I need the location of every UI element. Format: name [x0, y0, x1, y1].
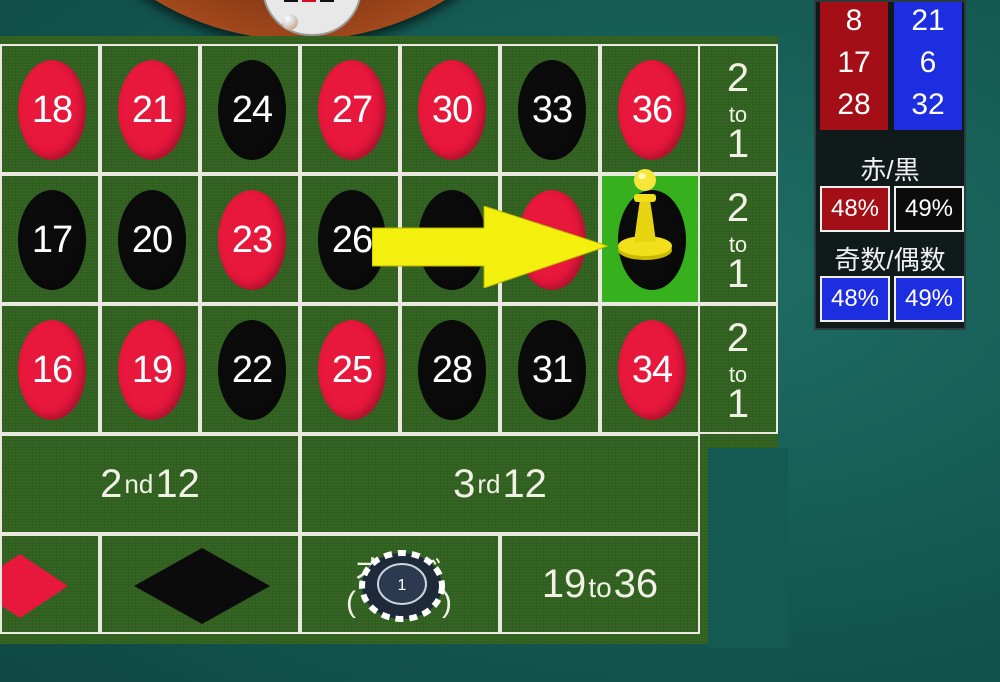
wheel-pocket: 35: [302, 0, 316, 2]
number-cell[interactable]: 25: [300, 304, 400, 434]
number-oval: 31: [518, 320, 586, 420]
number-cell[interactable]: 28: [400, 304, 500, 434]
number-oval: 16: [18, 320, 86, 420]
right-arrow-icon: [372, 206, 608, 288]
odd-paren-open: (: [346, 586, 356, 619]
column-bet-digit: 2: [726, 316, 750, 360]
column-bet-digit: 1: [726, 122, 750, 166]
number-cell[interactable]: 34: [600, 304, 700, 434]
number-oval: 25: [318, 320, 386, 420]
number-cell[interactable]: 31: [500, 304, 600, 434]
red-bet[interactable]: [0, 534, 100, 634]
number-oval: 19: [118, 320, 186, 420]
column-bet-digit: 1: [726, 252, 750, 296]
number-oval: 34: [618, 320, 686, 420]
number-oval: 33: [518, 60, 586, 160]
number-oval: 17: [18, 190, 86, 290]
dozen-twelve: 12: [502, 461, 547, 506]
black-diamond-icon: [134, 548, 270, 624]
second-dozen-bet[interactable]: 2nd 12: [0, 434, 300, 534]
wheel-pocket: [284, 0, 298, 2]
history-number: 28: [837, 88, 871, 121]
column-bet-digit: 2: [726, 56, 750, 100]
history-red-column: 8 17 28: [820, 2, 888, 130]
dozen-suffix: nd: [124, 468, 154, 499]
number-oval: 28: [418, 320, 486, 420]
number-cell[interactable]: 36: [600, 44, 700, 174]
number-oval: 27: [318, 60, 386, 160]
chip-icon[interactable]: 1: [356, 546, 448, 622]
history-number: 32: [911, 88, 945, 121]
column-bet-middle[interactable]: 2 to 1: [698, 174, 778, 304]
roulette-ball: [282, 14, 298, 30]
number-oval: 23: [218, 190, 286, 290]
red-percentage: 48%: [820, 186, 890, 232]
black-bet[interactable]: [100, 534, 300, 634]
number-cell[interactable]: 17: [0, 174, 100, 304]
wheel-pocket: [320, 0, 334, 2]
number-cell[interactable]: 33: [500, 44, 600, 174]
number-oval: 36: [618, 60, 686, 160]
number-cell[interactable]: 18: [0, 44, 100, 174]
number-cell[interactable]: 24: [200, 44, 300, 174]
column-bet-digit: 1: [726, 382, 750, 426]
dozen-twelve: 12: [155, 461, 200, 506]
history-number: 8: [845, 4, 863, 37]
number-cell[interactable]: 21: [100, 44, 200, 174]
number-cell[interactable]: 30: [400, 44, 500, 174]
number-cell[interactable]: 27: [300, 44, 400, 174]
column-bet-bottom[interactable]: 2 to 1: [698, 304, 778, 434]
history-number: 21: [911, 4, 945, 37]
dozen-suffix: rd: [477, 468, 501, 499]
red-diamond-icon: [0, 554, 68, 618]
statistics-panel: 8 17 28 21 6 32 赤/黒 48% 49% 奇数/偶数 48% 49…: [814, 0, 966, 330]
number-cell[interactable]: 19: [100, 304, 200, 434]
table-cutout: [708, 448, 788, 648]
number-cell[interactable]: 22: [200, 304, 300, 434]
black-percentage: 49%: [894, 186, 964, 232]
number-oval: 24: [218, 60, 286, 160]
red-black-label: 赤/黒: [860, 155, 920, 185]
number-cell[interactable]: 20: [100, 174, 200, 304]
number-cell[interactable]: 23: [200, 174, 300, 304]
number-oval: 30: [418, 60, 486, 160]
high-bet[interactable]: 19 to 36: [500, 534, 700, 634]
high-bet-from: 19: [541, 561, 587, 606]
number-oval: 22: [218, 320, 286, 420]
number-cell[interactable]: 16: [0, 304, 100, 434]
column-bet-digit: 2: [726, 186, 750, 230]
third-dozen-bet[interactable]: 3rd 12: [300, 434, 700, 534]
number-oval: 20: [118, 190, 186, 290]
odd-even-label: 奇数/偶数: [834, 245, 946, 275]
column-bet-top[interactable]: 2 to 1: [698, 44, 778, 174]
history-number: 17: [837, 46, 871, 79]
history-number: 6: [919, 46, 937, 79]
pawn-marker-icon[interactable]: [612, 166, 678, 266]
chip-value: 1: [398, 577, 407, 594]
high-bet-to: to: [588, 572, 612, 603]
number-oval: 18: [18, 60, 86, 160]
high-bet-until: 36: [613, 561, 659, 606]
odd-percentage: 48%: [820, 276, 890, 322]
even-percentage: 49%: [894, 276, 964, 322]
dozen-digit: 3: [453, 461, 476, 506]
number-oval: 21: [118, 60, 186, 160]
dozen-digit: 2: [100, 461, 123, 506]
history-blue-column: 21 6 32: [894, 2, 962, 130]
